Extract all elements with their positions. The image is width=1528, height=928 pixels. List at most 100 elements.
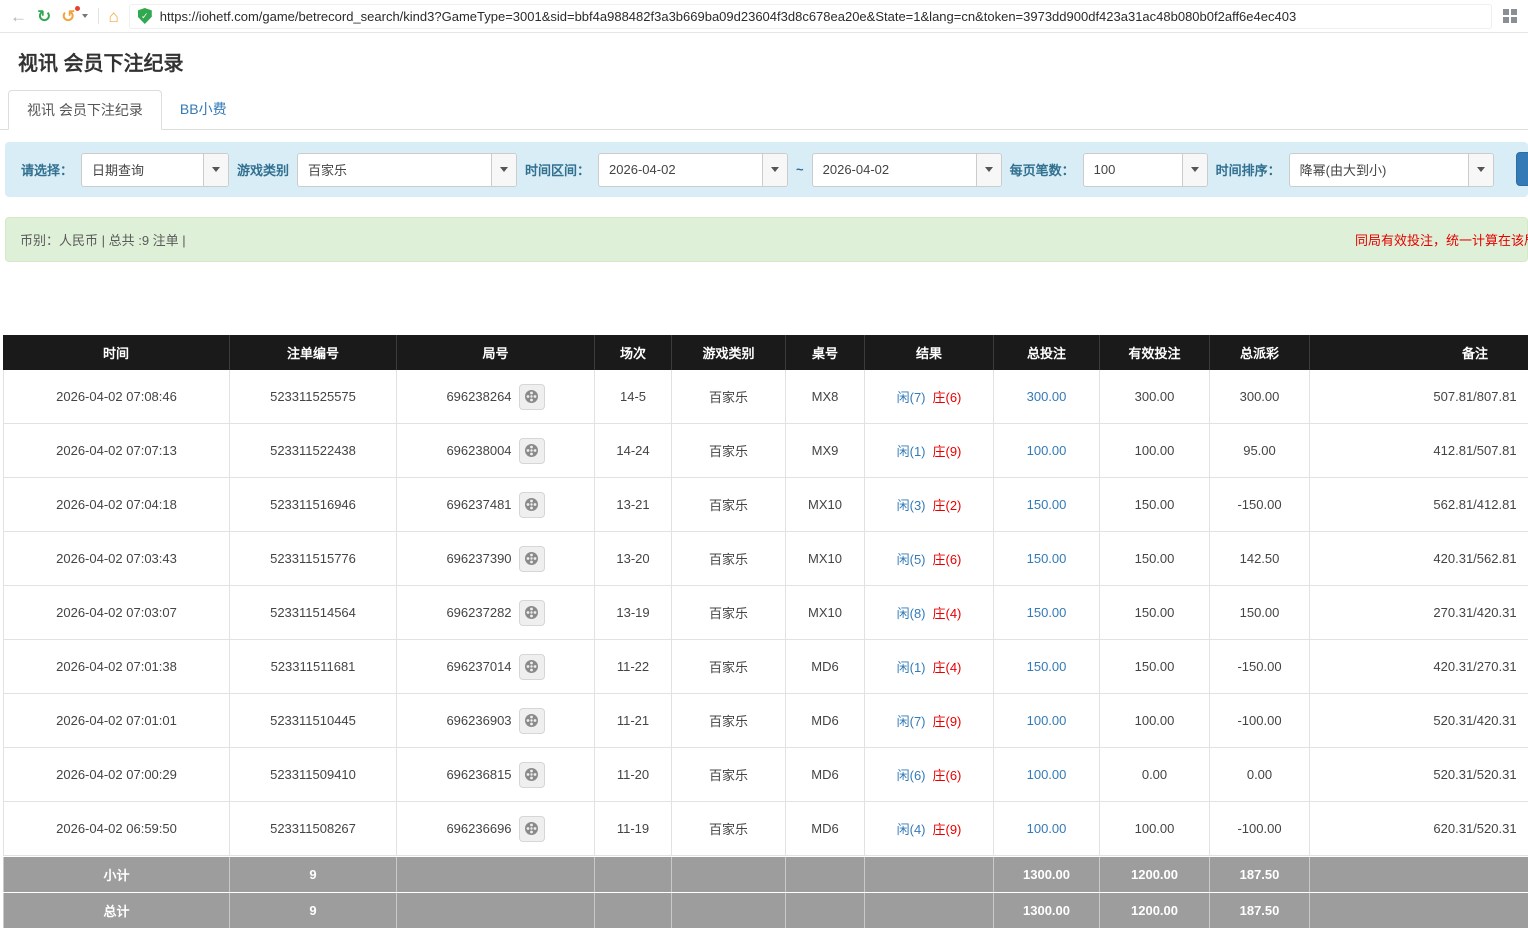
result-banker: 庄(6) xyxy=(933,549,962,568)
video-record-icon[interactable] xyxy=(519,384,545,410)
total-bet-link[interactable]: 100.00 xyxy=(1027,443,1067,458)
dropdown-caret-icon[interactable] xyxy=(491,154,516,186)
subtotal-total-bet: 1300.00 xyxy=(994,857,1100,892)
cell-session: 11-19 xyxy=(595,802,672,856)
total-bet-link[interactable]: 100.00 xyxy=(1027,821,1067,836)
address-bar[interactable]: ✓ https://iohetf.com/game/betrecord_sear… xyxy=(129,4,1492,29)
cell-session: 11-20 xyxy=(595,748,672,802)
cell-result: 闲(3) 庄(2) xyxy=(865,478,994,532)
refresh-icon[interactable]: ↻ xyxy=(37,8,51,25)
page-size-select[interactable]: 100 xyxy=(1083,153,1208,187)
cell-result: 闲(6) 庄(6) xyxy=(865,748,994,802)
cell-result: 闲(7) 庄(9) xyxy=(865,694,994,748)
total-bet-link[interactable]: 100.00 xyxy=(1027,713,1067,728)
home-icon[interactable]: ⌂ xyxy=(109,8,119,25)
total-row: 总计 9 1300.00 1200.00 187.50 xyxy=(3,892,1528,928)
browser-toolbar: ← ↻ ↺ ⌂ ✓ https://iohetf.com/game/betrec… xyxy=(0,0,1528,33)
dropdown-caret-icon[interactable] xyxy=(203,154,228,186)
cell-valid-bet: 150.00 xyxy=(1100,640,1210,694)
url-text[interactable]: https://iohetf.com/game/betrecord_search… xyxy=(160,9,1296,24)
game-type-select[interactable]: 百家乐 xyxy=(297,153,517,187)
cell-bet-id: 523311515776 xyxy=(230,532,397,586)
video-record-icon[interactable] xyxy=(519,762,545,788)
page-size-value: 100 xyxy=(1084,154,1182,186)
total-label: 总计 xyxy=(3,893,230,928)
round-number: 696237282 xyxy=(446,605,511,620)
cell-payout: 95.00 xyxy=(1210,424,1310,478)
cell-note: 270.31/420.31 xyxy=(1310,586,1528,640)
cell-total-bet: 100.00 xyxy=(994,694,1100,748)
restore-icon[interactable]: ↺ xyxy=(61,8,75,25)
cell-table-number: MX10 xyxy=(786,478,865,532)
result-banker: 庄(6) xyxy=(933,387,962,406)
shield-check-icon: ✓ xyxy=(141,12,149,21)
query-type-value: 日期查询 xyxy=(82,154,203,186)
search-button[interactable] xyxy=(1516,152,1528,186)
result-player: 闲(7) xyxy=(897,387,926,406)
round-number: 696236815 xyxy=(446,767,511,782)
back-icon[interactable]: ← xyxy=(10,8,27,25)
restore-dropdown-caret-icon[interactable] xyxy=(82,14,88,18)
total-bet-link[interactable]: 150.00 xyxy=(1027,659,1067,674)
cell-result: 闲(1) 庄(4) xyxy=(865,640,994,694)
cell-total-bet: 150.00 xyxy=(994,586,1100,640)
table-row: 2026-04-02 07:03:43 523311515776 6962373… xyxy=(3,532,1528,586)
dropdown-caret-icon[interactable] xyxy=(976,154,1001,186)
video-record-icon[interactable] xyxy=(519,708,545,734)
round-number: 696238004 xyxy=(446,443,511,458)
table-row: 2026-04-02 06:59:50 523311508267 6962366… xyxy=(3,802,1528,856)
filter-bar: 请选择： 日期查询 游戏类别 百家乐 时间区间： 2026-04-02 ~ 20… xyxy=(5,142,1528,197)
date-range-tilde: ~ xyxy=(796,162,804,177)
round-number: 696237014 xyxy=(446,659,511,674)
cell-time: 2026-04-02 07:01:01 xyxy=(3,694,230,748)
total-bet-link[interactable]: 300.00 xyxy=(1027,389,1067,404)
video-record-icon[interactable] xyxy=(519,492,545,518)
column-header: 总派彩 xyxy=(1210,335,1310,370)
date-to-select[interactable]: 2026-04-02 xyxy=(812,153,1002,187)
tab-bet-records[interactable]: 视讯 会员下注纪录 xyxy=(8,90,162,130)
cell-payout: -150.00 xyxy=(1210,640,1310,694)
dropdown-caret-icon[interactable] xyxy=(1468,154,1493,186)
cell-total-bet: 100.00 xyxy=(994,424,1100,478)
video-record-icon[interactable] xyxy=(519,546,545,572)
video-record-icon[interactable] xyxy=(519,816,545,842)
cell-result: 闲(4) 庄(9) xyxy=(865,802,994,856)
column-header: 总投注 xyxy=(994,335,1100,370)
column-header: 注单编号 xyxy=(230,335,397,370)
subtotal-empty xyxy=(786,857,865,892)
sort-order-select[interactable]: 降幂(由大到小) xyxy=(1289,153,1494,187)
cell-game-type: 百家乐 xyxy=(672,802,786,856)
total-empty xyxy=(865,893,994,928)
cell-game-type: 百家乐 xyxy=(672,748,786,802)
cell-payout: -150.00 xyxy=(1210,478,1310,532)
total-bet-link[interactable]: 150.00 xyxy=(1027,551,1067,566)
cell-session: 14-5 xyxy=(595,370,672,424)
game-type-label: 游戏类别 xyxy=(237,160,289,179)
total-bet-link[interactable]: 150.00 xyxy=(1027,497,1067,512)
result-banker: 庄(9) xyxy=(933,441,962,460)
total-empty xyxy=(1310,893,1528,928)
cell-session: 13-20 xyxy=(595,532,672,586)
cell-time: 2026-04-02 07:01:38 xyxy=(3,640,230,694)
dropdown-caret-icon[interactable] xyxy=(1182,154,1207,186)
apps-grid-icon[interactable] xyxy=(1502,8,1518,24)
cell-time: 2026-04-02 07:03:43 xyxy=(3,532,230,586)
total-bet-link[interactable]: 150.00 xyxy=(1027,605,1067,620)
cell-time: 2026-04-02 07:03:07 xyxy=(3,586,230,640)
date-from-select[interactable]: 2026-04-02 xyxy=(598,153,788,187)
total-bet-link[interactable]: 100.00 xyxy=(1027,767,1067,782)
total-empty xyxy=(672,893,786,928)
dropdown-caret-icon[interactable] xyxy=(762,154,787,186)
table-header-row: 时间注单编号局号场次游戏类别桌号结果总投注有效投注总派彩备注 xyxy=(3,335,1528,370)
cell-payout: -100.00 xyxy=(1210,802,1310,856)
cell-time: 2026-04-02 07:04:18 xyxy=(3,478,230,532)
query-type-select[interactable]: 日期查询 xyxy=(81,153,229,187)
cell-total-bet: 150.00 xyxy=(994,478,1100,532)
video-record-icon[interactable] xyxy=(519,654,545,680)
tab-bb-tips[interactable]: BB小费 xyxy=(162,90,245,129)
video-record-icon[interactable] xyxy=(519,600,545,626)
cell-time: 2026-04-02 07:07:13 xyxy=(3,424,230,478)
video-record-icon[interactable] xyxy=(519,438,545,464)
cell-payout: 300.00 xyxy=(1210,370,1310,424)
query-type-label: 请选择： xyxy=(21,160,73,179)
